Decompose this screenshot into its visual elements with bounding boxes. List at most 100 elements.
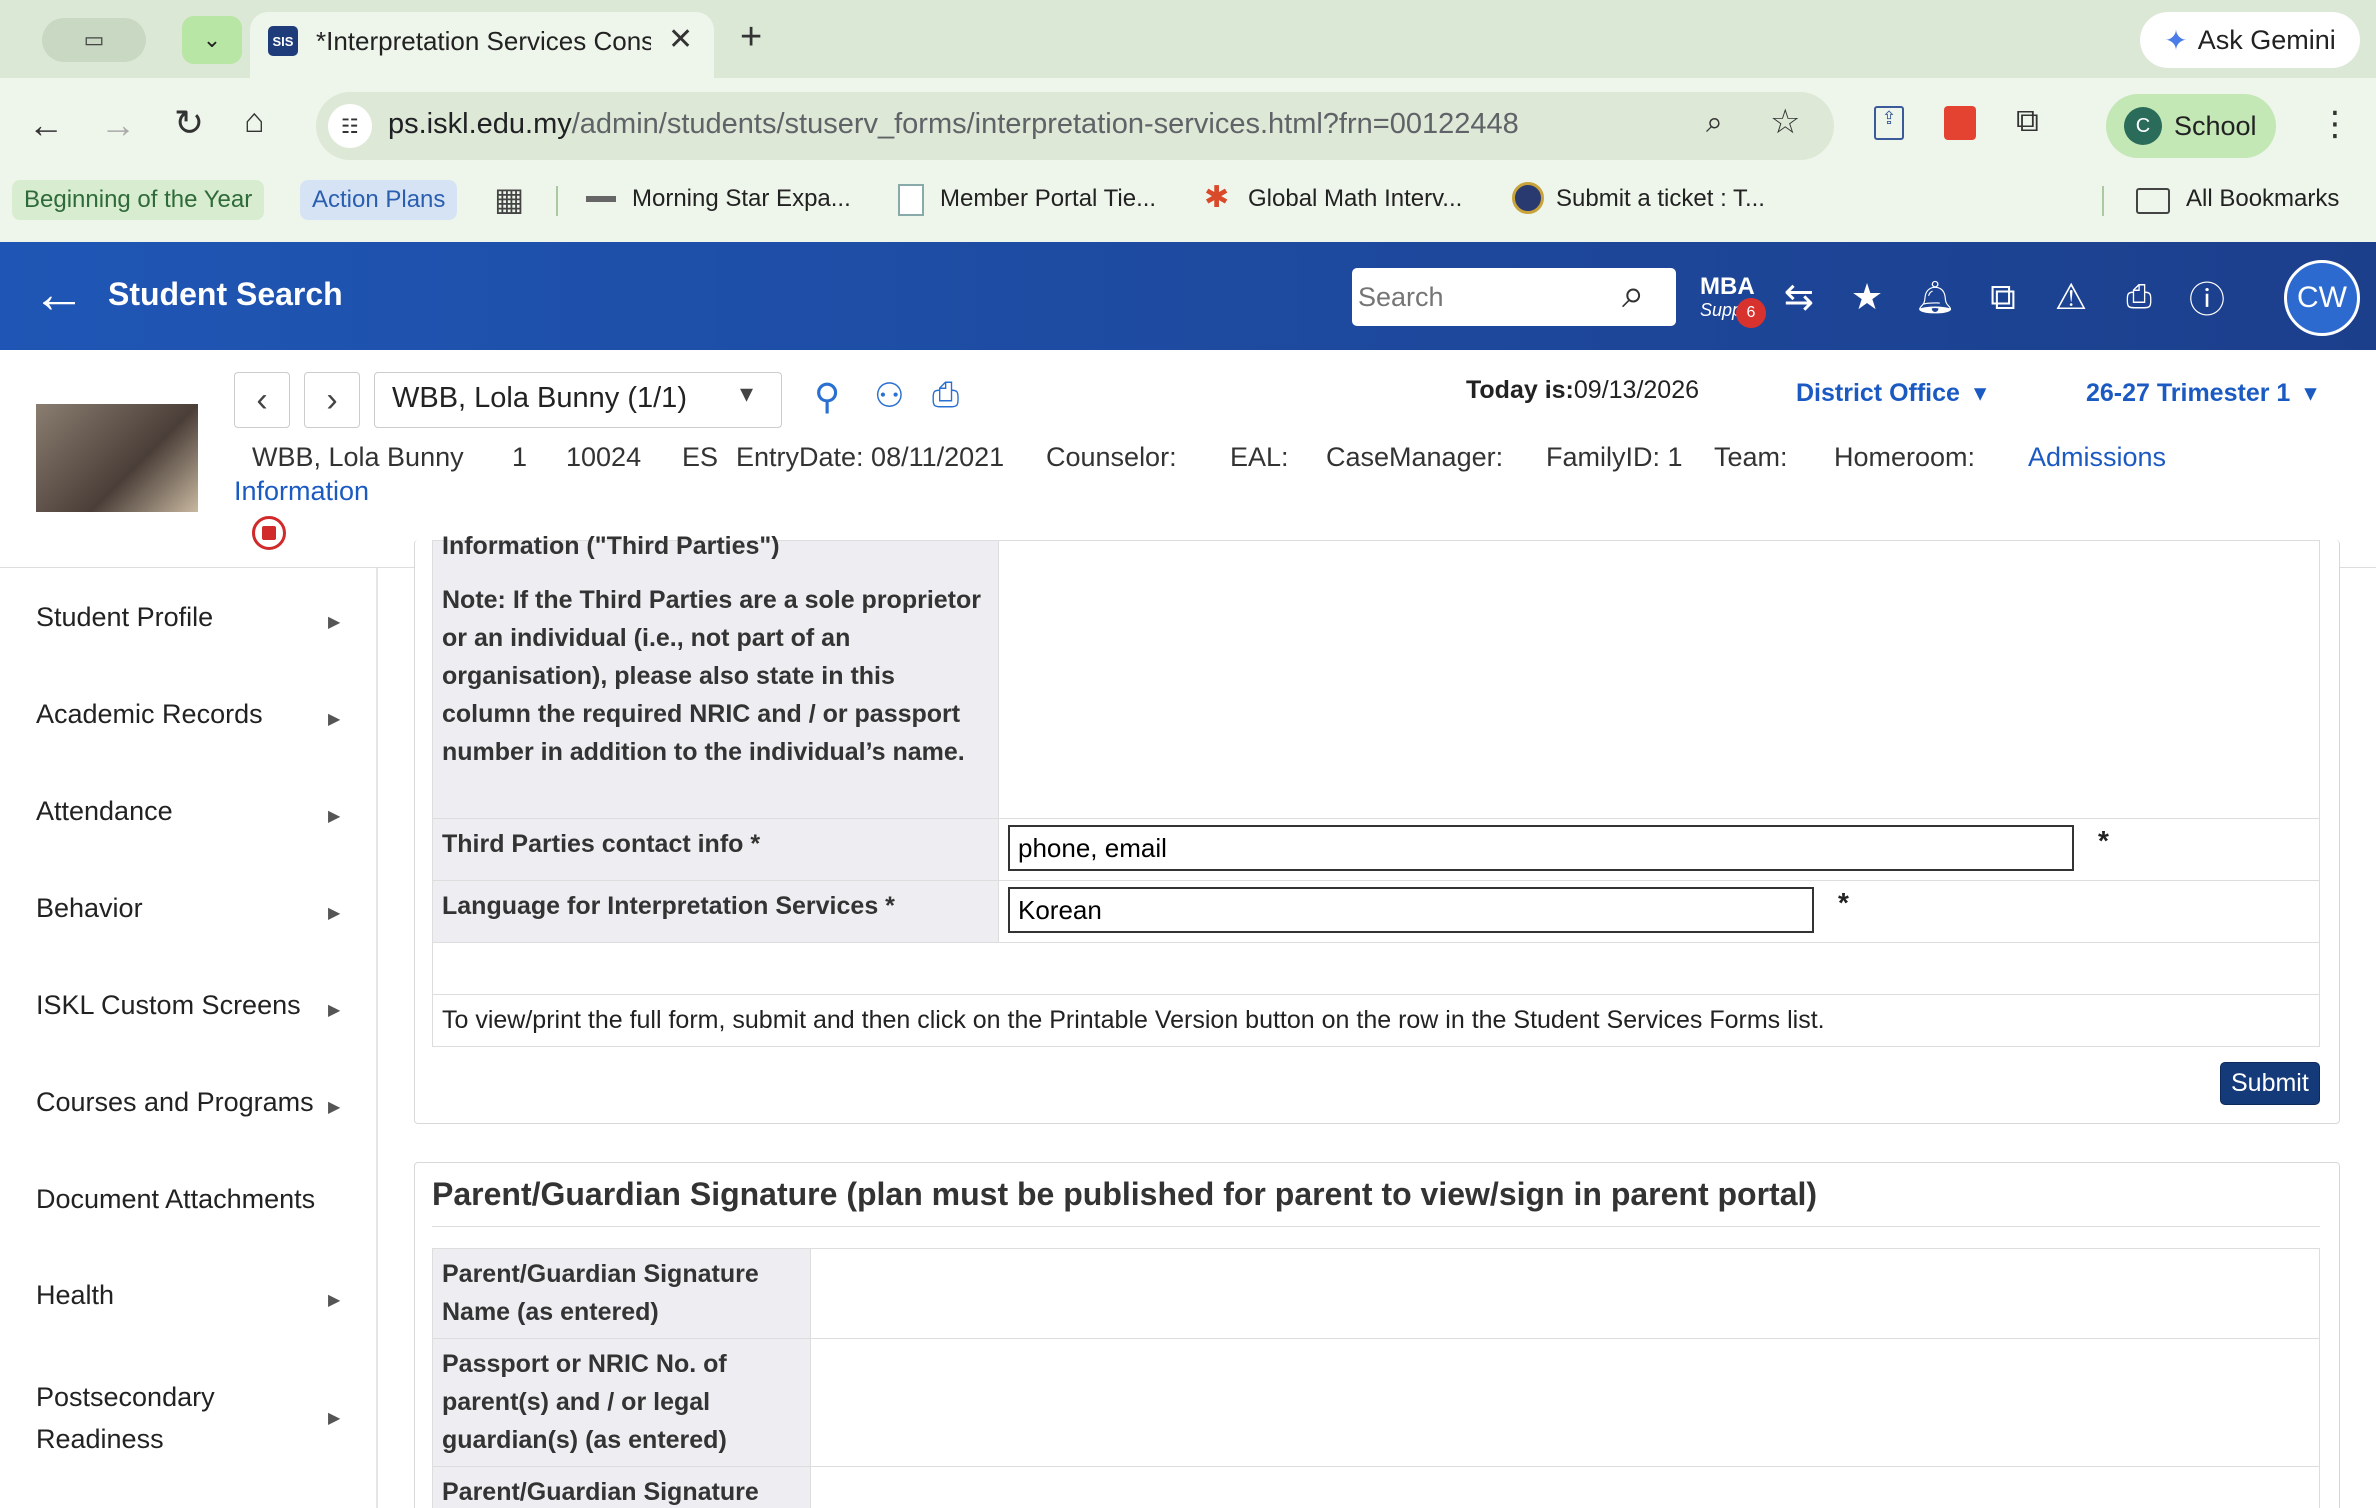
signature-label: Parent/Guardian Signature: [432, 1466, 811, 1508]
gemini-sparkle-icon: ✦: [2164, 24, 2188, 56]
printer-icon[interactable]: ⎙: [2116, 272, 2162, 322]
url-path: /admin/students/stuserv_forms/interpreta…: [571, 108, 1519, 140]
chevron-right-icon: ▶: [328, 808, 341, 825]
bookmark-action-plans[interactable]: Action Plans: [300, 180, 458, 220]
tab-list-button[interactable]: ⌄: [182, 16, 242, 64]
language-input[interactable]: [1008, 887, 1814, 933]
profile-label: School: [2174, 110, 2257, 141]
reload-icon[interactable]: ↻: [174, 102, 204, 144]
student-id: 10024: [566, 442, 642, 472]
bookmark-beginning-of-year[interactable]: Beginning of the Year: [12, 180, 265, 220]
user-avatar[interactable]: CW: [2284, 260, 2360, 336]
chevron-right-icon: ▶: [328, 905, 341, 922]
sidebar-item-postsecondary-readiness[interactable]: Postsecondary Readiness: [36, 1376, 256, 1460]
mba-label: MBA: [1700, 273, 1755, 300]
warning-icon[interactable]: ⚠: [2048, 272, 2094, 322]
help-icon[interactable]: ⓘ: [2184, 272, 2230, 322]
signature-name-label: Parent/Guardian Signature Name (as enter…: [432, 1248, 811, 1339]
third-parties-value-cell: [998, 540, 2320, 819]
family-id: FamilyID: 1: [1546, 442, 1683, 472]
bookmark-global-math[interactable]: Global Math Interv...: [1248, 185, 1462, 213]
browser-menu-icon[interactable]: ⋮: [2318, 104, 2352, 144]
sidebar-item-student-profile[interactable]: Student Profile: [36, 602, 213, 633]
admissions-link[interactable]: Admissions: [2028, 442, 2166, 473]
bookmark-submit-ticket[interactable]: Submit a ticket : T...: [1556, 185, 1765, 213]
school-selector[interactable]: District Office ▾: [1796, 378, 1986, 408]
location-pin-icon[interactable]: ⚲: [814, 376, 840, 418]
sidebar-item-courses-programs[interactable]: Courses and Programs: [36, 1087, 314, 1118]
today-prefix: Today is:: [1466, 376, 1574, 404]
required-mark: *: [2098, 825, 2109, 856]
sidebar-item-behavior[interactable]: Behavior: [36, 893, 143, 924]
team: Team:: [1714, 442, 1788, 472]
passport-value: [810, 1338, 2320, 1467]
chevron-down-icon: ▾: [740, 378, 754, 408]
information-link[interactable]: Information: [234, 476, 369, 507]
url-text[interactable]: ps.iskl.edu.my/admin/students/stuserv_fo…: [388, 108, 1519, 141]
sidebar-item-academic-records[interactable]: Academic Records: [36, 699, 263, 730]
sidebar-item-attendance[interactable]: Attendance: [36, 796, 173, 827]
extensions-puzzle-icon[interactable]: ⧉: [2016, 102, 2039, 140]
empty-row: [432, 942, 2320, 995]
extension-todoist-icon[interactable]: [1944, 106, 1976, 140]
apps-grid-icon[interactable]: ▦: [494, 180, 524, 218]
chevron-right-icon: ▶: [328, 614, 341, 631]
back-arrow-icon[interactable]: ←: [28, 104, 64, 146]
switch-arrows-icon[interactable]: ⇆: [1776, 272, 1822, 322]
profile-button[interactable]: C School: [2106, 94, 2276, 158]
term-selector[interactable]: 26-27 Trimester 1 ▾: [2086, 378, 2317, 408]
forward-arrow-icon[interactable]: →: [100, 104, 136, 146]
student-photo: [36, 404, 198, 512]
profile-avatar: C: [2124, 107, 2162, 145]
school-label: District Office: [1796, 379, 1960, 407]
roster-icon[interactable]: ⚇: [874, 376, 904, 416]
site-settings-icon[interactable]: ☷: [328, 104, 372, 148]
bookmark-divider-right: [2102, 186, 2104, 216]
sidebar-item-iskl-custom-screens[interactable]: ISKL Custom Screens: [36, 990, 301, 1021]
tab-search-button[interactable]: ▭: [42, 18, 146, 62]
student-name: WBB, Lola Bunny: [252, 442, 464, 472]
bookmark-divider: [556, 186, 558, 216]
homeroom: Homeroom:: [1834, 442, 1976, 472]
extension-upload-icon[interactable]: ⇪: [1874, 106, 1904, 140]
next-student-button[interactable]: ›: [304, 372, 360, 428]
chevron-right-icon: ▶: [328, 1292, 341, 1309]
bookmark-morning-star[interactable]: Morning Star Expa...: [632, 185, 851, 213]
global-math-icon: ✱: [1204, 181, 1230, 214]
zoom-icon[interactable]: ⌕: [1706, 106, 1723, 140]
folder-icon: [2136, 188, 2170, 214]
notification-badge: 6: [1736, 298, 1766, 328]
stop-alert-icon[interactable]: [252, 516, 286, 550]
chevron-down-icon: ⌄: [202, 27, 222, 52]
eal: EAL:: [1230, 442, 1289, 472]
printable-version-note: To view/print the full form, submit and …: [432, 994, 2320, 1047]
bookmark-member-portal[interactable]: Member Portal Tie...: [940, 185, 1156, 213]
external-link-icon[interactable]: ⧉: [1980, 272, 2026, 322]
new-tab-icon[interactable]: +: [740, 16, 762, 59]
submit-button[interactable]: Submit: [2220, 1062, 2320, 1105]
search-input[interactable]: [1358, 280, 1618, 314]
stop-square: [262, 526, 276, 540]
signature-table: Parent/Guardian Signature Name (as enter…: [432, 1248, 2320, 1508]
previous-student-button[interactable]: ‹: [234, 372, 290, 428]
favorites-star-icon[interactable]: ★: [1844, 272, 1890, 322]
ask-gemini-button[interactable]: ✦ Ask Gemini: [2140, 12, 2360, 68]
third-parties-cut-label: Information ("Third Parties"): [442, 532, 780, 560]
student-school-code: ES: [682, 442, 719, 472]
sidebar-item-health[interactable]: Health: [36, 1280, 114, 1311]
search-icon[interactable]: ⌕: [1622, 272, 1644, 317]
sidebar-item-document-attachments[interactable]: Document Attachments: [36, 1184, 315, 1215]
print-student-icon[interactable]: ⎙: [932, 376, 959, 415]
bookmark-star-icon[interactable]: ☆: [1770, 102, 1800, 142]
contact-info-input[interactable]: [1008, 825, 2074, 871]
back-arrow-icon[interactable]: ←: [32, 264, 86, 324]
entry-date: EntryDate: 08/11/2021: [736, 442, 1005, 472]
term-label: 26-27 Trimester 1: [2086, 379, 2291, 407]
signature-value: [810, 1466, 2320, 1508]
close-tab-icon[interactable]: ✕: [668, 22, 693, 57]
chevron-right-icon: ▶: [328, 1002, 341, 1019]
home-icon[interactable]: ⌂: [244, 102, 265, 141]
third-parties-table: Information ("Third Parties") Note: If t…: [432, 532, 2320, 1047]
bell-icon[interactable]: 🔔︎: [1912, 272, 1958, 322]
all-bookmarks[interactable]: All Bookmarks: [2186, 185, 2339, 213]
